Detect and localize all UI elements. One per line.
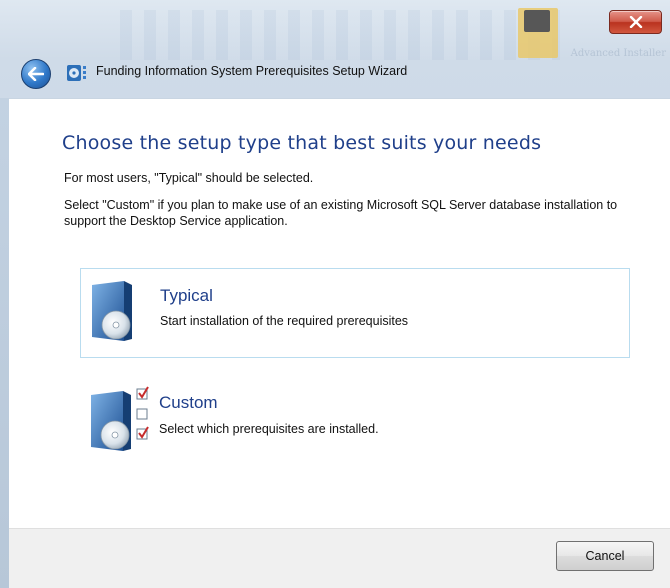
custom-option-description: Select which prerequisites are installed… xyxy=(159,422,379,436)
typical-option-description: Start installation of the required prere… xyxy=(160,314,409,328)
window-title: Funding Information System Prerequisites… xyxy=(96,64,408,78)
cancel-button[interactable]: Cancel xyxy=(556,541,654,571)
setup-wizard-window: Advanced Installer Funding Information S… xyxy=(0,0,670,588)
titlebar-background-art xyxy=(120,10,560,60)
titlebar-decoration-dark xyxy=(524,10,550,32)
setup-app-icon xyxy=(67,65,86,81)
brand-watermark: Advanced Installer xyxy=(570,48,666,59)
instruction-custom: Select "Custom" if you plan to make use … xyxy=(64,198,618,228)
close-icon xyxy=(629,16,642,28)
custom-option[interactable]: Custom Select which prerequisites are in… xyxy=(80,380,630,470)
page-heading: Choose the setup type that best suits yo… xyxy=(62,132,542,154)
instruction-typical: For most users, "Typical" should be sele… xyxy=(64,171,314,185)
custom-option-title: Custom xyxy=(159,393,218,412)
window-frame-edge xyxy=(0,98,9,588)
typical-option[interactable]: Typical Start installation of the requir… xyxy=(80,268,630,358)
close-button[interactable] xyxy=(609,10,662,34)
back-arrow-icon xyxy=(28,67,44,81)
back-button[interactable] xyxy=(21,59,51,89)
cd-box-checklist-icon xyxy=(91,386,149,451)
typical-option-title: Typical xyxy=(160,286,213,305)
cd-box-icon xyxy=(92,281,132,341)
